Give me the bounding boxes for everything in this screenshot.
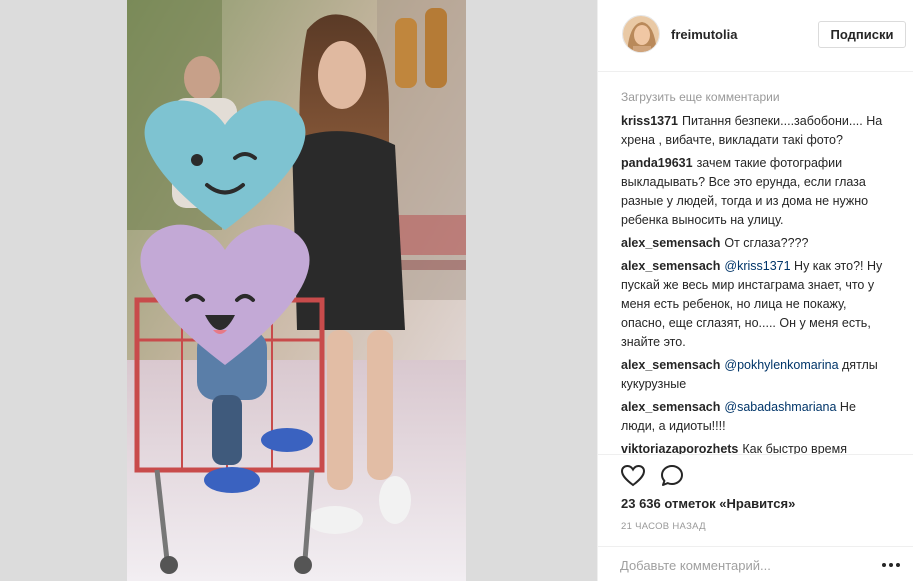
- comment-username[interactable]: panda19631: [621, 156, 693, 170]
- comment-item: kriss1371 Питання безпеки....забобони....…: [621, 112, 892, 150]
- comment-text: Как быстро время: [742, 442, 847, 454]
- following-button[interactable]: Подписки: [818, 21, 906, 48]
- comment-username[interactable]: viktoriazaporozhets: [621, 442, 738, 454]
- heart-icon[interactable]: [620, 463, 646, 489]
- comment-text: От сглаза????: [724, 236, 809, 250]
- avatar-image: [623, 16, 659, 52]
- comment-username[interactable]: alex_semensach: [621, 259, 720, 273]
- post-side-panel: freimutolia Подписки Загрузить еще комме…: [597, 0, 913, 581]
- comments-list[interactable]: Загрузить еще комментарии kriss1371 Питан…: [598, 72, 913, 454]
- comment-item: alex_semensach @kriss1371 Ну как это?! Ну…: [621, 257, 892, 352]
- add-comment-input[interactable]: [620, 554, 870, 576]
- add-comment-row: [598, 546, 913, 581]
- author-username[interactable]: freimutolia: [671, 27, 737, 42]
- comment-username[interactable]: alex_semensach: [621, 358, 720, 372]
- post-timestamp[interactable]: 21 ЧАСОВ НАЗАД: [621, 521, 706, 532]
- comment-mention-link[interactable]: @sabadashmariana: [724, 400, 836, 414]
- more-options-icon[interactable]: [880, 556, 902, 574]
- comment-item: alex_semensach @pokhylenkomarina дятлы ку…: [621, 356, 892, 394]
- post-photo[interactable]: [127, 0, 466, 581]
- post-photo-image: [127, 0, 466, 581]
- comment-username[interactable]: kriss1371: [621, 114, 678, 128]
- post-header: freimutolia Подписки: [598, 0, 913, 72]
- load-more-comments-link[interactable]: Загрузить еще комментарии: [621, 90, 892, 104]
- comment-icon[interactable]: [659, 463, 685, 489]
- comment-item: viktoriazaporozhets Как быстро время: [621, 440, 892, 454]
- comment-username[interactable]: alex_semensach: [621, 236, 720, 250]
- post-actions: 23 636 отметок «Нравится» 21 ЧАСОВ НАЗАД: [598, 454, 913, 581]
- comment-username[interactable]: alex_semensach: [621, 400, 720, 414]
- comment-item: alex_semensach @sabadashmariana Не люди, …: [621, 398, 892, 436]
- comment-mention-link[interactable]: @pokhylenkomarina: [724, 358, 838, 372]
- comment-mention-link[interactable]: @kriss1371: [724, 259, 790, 273]
- comment-item: panda19631 зачем такие фотографии выклады…: [621, 154, 892, 230]
- comment-item: alex_semensach От сглаза????: [621, 234, 892, 253]
- avatar[interactable]: [622, 15, 660, 53]
- likes-count[interactable]: 23 636 отметок «Нравится»: [621, 496, 795, 511]
